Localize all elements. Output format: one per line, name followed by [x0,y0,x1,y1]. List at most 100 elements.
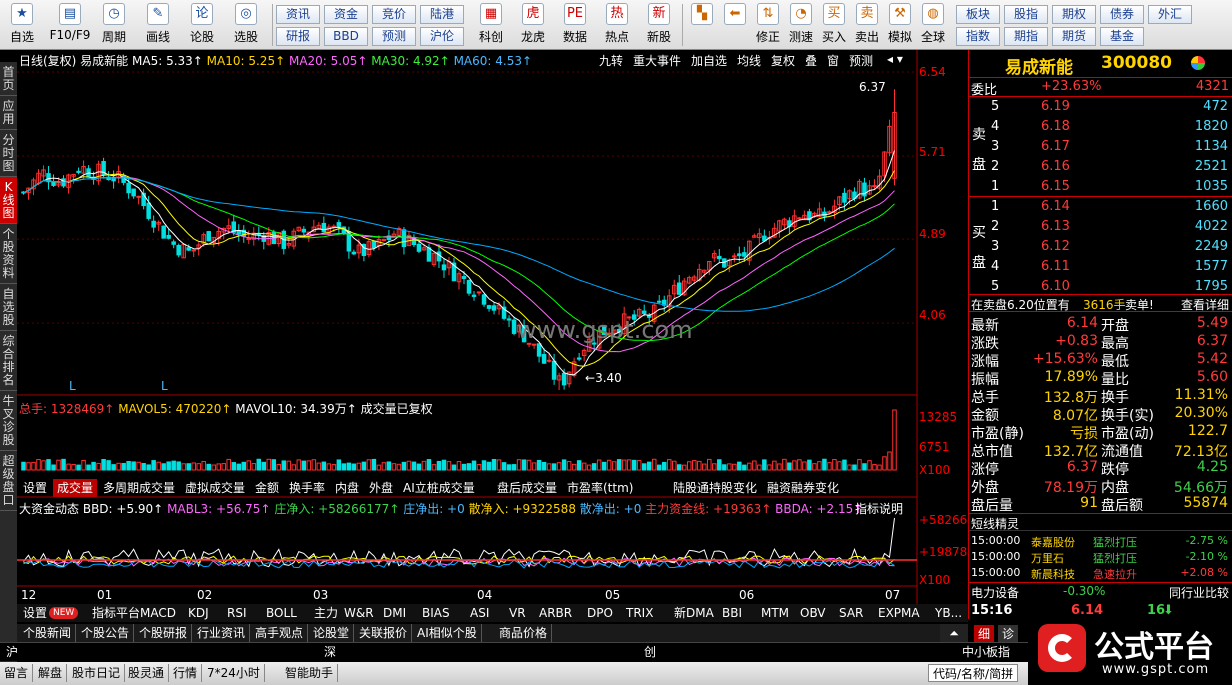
toolbar-1-button[interactable]: ▤ F10/F9 [48,3,92,47]
indicator-explain-button[interactable]: 指标说明 [855,500,903,517]
toolbar-0-button[interactable]: ★ 自选 [4,3,40,47]
vol-tab-5[interactable]: 换手率 [285,479,329,497]
vol-tab-10[interactable]: 市盈率(ttm) [563,479,637,497]
code-search-box[interactable]: 代码/名称/简拼 [928,664,1019,682]
sprite-name[interactable]: 泰嘉股份 [1031,534,1075,550]
vol-tab-1[interactable]: 成交量 [53,479,98,497]
left-tab-7[interactable]: 牛叉诊股 [0,391,17,451]
toolbar-sm-2-1[interactable]: 预测 [372,27,416,46]
left-tab-6[interactable]: 综合排名 [0,331,17,391]
toolbar2-sm-1-1[interactable]: 期指 [1004,27,1048,46]
tab-detail[interactable]: 细 [974,625,995,643]
up-arrow-icon[interactable]: ⏶ [940,624,968,642]
info-tab-8[interactable]: 商品价格 [495,624,553,642]
toolbar2-sm-3-0[interactable]: 债券 [1100,5,1144,24]
toolbar2-sm-1-0[interactable]: 股指 [1004,5,1048,24]
status-item-5[interactable]: 7*24小时 [203,664,265,682]
chart-tool-3[interactable]: 均线 [737,52,761,69]
toolbar-4-button[interactable]: 论论股 [184,3,220,47]
left-tab-4[interactable]: 个股资料 [0,224,17,284]
toolbar-sm-0-0[interactable]: 资讯 [276,5,320,24]
chart-tool-arrow-icon[interactable]: ◂ ▾ [887,52,903,66]
status-item-3[interactable]: 股灵通 [124,664,170,682]
sprite-name[interactable]: 新晨科技 [1031,566,1075,582]
left-tab-5[interactable]: 自选股 [0,284,17,331]
vol-tab-6[interactable]: 内盘 [331,479,363,497]
toolbar2-sm-4-0[interactable]: 外汇 [1148,5,1192,24]
toolbar2-sm-0-1[interactable]: 指数 [956,27,1000,46]
status-item-1[interactable]: 解盘 [34,664,68,682]
toolbar-sm-3-1[interactable]: 沪伦 [420,27,464,46]
toolbar-sm-2-0[interactable]: 竞价 [372,5,416,24]
left-tab-3[interactable]: K线图 [0,177,17,224]
toolbar2-sm-2-0[interactable]: 期权 [1052,5,1096,24]
status-item-6[interactable]: 智能助手 [281,664,339,682]
vol-tab-8[interactable]: AI立桩成交量 [399,479,479,497]
info-tab-4[interactable]: 高手观点 [251,624,309,642]
tab-diagnose[interactable]: 诊 [998,625,1019,643]
info-tab-2[interactable]: 个股研报 [135,624,193,642]
chart-tool-1[interactable]: 重大事件 [633,52,681,69]
vol-tab-9[interactable]: 盘后成交量 [493,479,561,497]
kline-chart-area[interactable]: 日线(复权) 易成新能 MA5: 5.33↑ MA10: 5.25↑ MA20:… [17,50,975,610]
index-bar-item-0[interactable]: 沪 [2,643,22,661]
quote-value-2: 55874 [1183,495,1228,511]
vol-tab-11[interactable]: 陆股通持股变化 [669,479,761,497]
toolbar-2-button[interactable]: ◷ 周期 [96,3,132,47]
sprite-name[interactable]: 万里石 [1031,550,1064,566]
toolbar3-2-button[interactable]: ⇅ 修正 [752,3,784,47]
toolbar-5-button[interactable]: ◎ 选股 [228,3,264,47]
vol-tab-12[interactable]: 融资融券变化 [763,479,843,497]
status-item-0[interactable]: 留言 [0,664,34,682]
toolbar2-2-button[interactable]: PE 数据 [556,3,594,47]
chart-tool-0[interactable]: 九转 [599,52,623,69]
toolbar-sm-1-0[interactable]: 资金 [324,5,368,24]
chart-tool-2[interactable]: 加自选 [691,52,727,69]
toolbar-sm-3-0[interactable]: 陆港 [420,5,464,24]
toolbar2-sm-2-1[interactable]: 期货 [1052,27,1096,46]
toolbar-3-button[interactable]: ✎ 画线 [140,3,176,47]
info-tab-7[interactable]: AI相似个股 [413,624,482,642]
toolbar3-4-button[interactable]: 买买入 [818,3,850,47]
info-tab-5[interactable]: 论股堂 [309,624,355,642]
left-tab-2[interactable]: 分时图 [0,130,17,177]
detail-link[interactable]: 查看详细 [1181,296,1229,313]
pie-icon[interactable] [1191,56,1205,70]
compare-link[interactable]: 同行业比较 [1169,584,1229,601]
info-tab-1[interactable]: 个股公告 [77,624,135,642]
left-tab-8[interactable]: 超级盘口 [0,451,17,511]
info-tab-0[interactable]: 个股新闻 [19,624,77,642]
index-bar-item-2[interactable]: 创 [640,643,660,661]
toolbar2-3-button[interactable]: 热热点 [598,3,636,47]
toolbar3-1-button[interactable]: ⬅ [719,3,751,47]
toolbar2-0-button[interactable]: ▦ 科创 [472,3,510,47]
toolbar3-3-button[interactable]: ◔ 测速 [785,3,817,47]
vol-tab-0[interactable]: 设置 [19,479,51,497]
toolbar-sm-1-1[interactable]: BBD [324,27,368,46]
toolbar3-5-button[interactable]: 卖卖出 [851,3,883,47]
toolbar3-7-button[interactable]: ◍ 全球 [917,3,949,47]
chart-tool-6[interactable]: 窗 [827,52,839,69]
vol-tab-7[interactable]: 外盘 [365,479,397,497]
left-tab-1[interactable]: 应用 [0,96,17,130]
toolbar2-sm-0-0[interactable]: 板块 [956,5,1000,24]
vol-tab-3[interactable]: 虚拟成交量 [181,479,249,497]
status-item-4[interactable]: 行情 [169,664,203,682]
toolbar3-0-button[interactable]: ▚ [686,3,718,47]
toolbar2-4-button[interactable]: 新新股 [640,3,678,47]
status-item-2[interactable]: 股市日记 [68,664,126,682]
toolbar2-1-button[interactable]: 虎龙虎 [514,3,552,47]
chart-tool-7[interactable]: 预测 [849,52,873,69]
index-bar-item-3[interactable]: 中小板指 [958,643,1014,661]
vol-tab-2[interactable]: 多周期成交量 [99,479,179,497]
toolbar-sm-0-1[interactable]: 研报 [276,27,320,46]
chart-tool-5[interactable]: 叠 [805,52,817,69]
toolbar3-6-button[interactable]: ⚒ 模拟 [884,3,916,47]
info-tab-6[interactable]: 关联报价 [355,624,413,642]
index-bar-item-1[interactable]: 深 [320,643,340,661]
left-tab-0[interactable]: 首页 [0,62,17,96]
chart-tool-4[interactable]: 复权 [771,52,795,69]
info-tab-3[interactable]: 行业资讯 [193,624,251,642]
toolbar2-sm-3-1[interactable]: 基金 [1100,27,1144,46]
vol-tab-4[interactable]: 金额 [251,479,283,497]
